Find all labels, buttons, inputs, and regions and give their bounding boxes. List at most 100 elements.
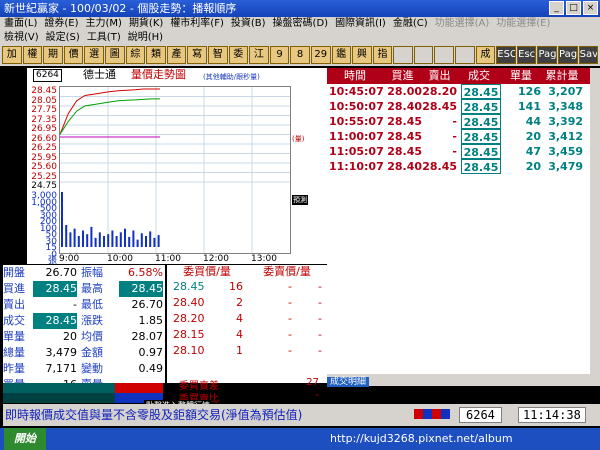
toolbar-button[interactable]: 期	[43, 46, 63, 64]
menu-item[interactable]: 國際資訊(I)	[335, 18, 386, 29]
volume-bar	[94, 237, 97, 247]
toolbar-button[interactable]: Save	[578, 46, 599, 64]
trade-price: 28.45	[461, 129, 501, 144]
order-bid-price: 28.20	[173, 312, 205, 325]
toolbar-button[interactable]: 類	[146, 46, 166, 64]
toolbar-button[interactable]: 價	[63, 46, 84, 64]
menu-item[interactable]: 功能選擇(E)	[496, 18, 550, 29]
trade-price: 28.45	[461, 114, 501, 129]
volume-bar	[115, 236, 118, 247]
menu-item[interactable]: 說明(H)	[128, 32, 163, 43]
status-code[interactable]: 6264	[459, 407, 502, 423]
info-value: 1.85	[138, 314, 164, 327]
menu-item[interactable]: 權市利率(F)	[170, 18, 224, 29]
trade-row: 11:10:07 28.40 28.45 28.45 20 3,479	[327, 159, 590, 174]
toolbar-button[interactable]: 選	[84, 46, 104, 64]
volume-bar	[157, 235, 160, 247]
toolbar-button[interactable]: 綜	[125, 46, 146, 64]
maximize-button[interactable]: □	[566, 1, 581, 15]
menu-item[interactable]: 期貨(K)	[129, 18, 163, 29]
info-value: 28.45	[33, 281, 77, 297]
toolbar-button[interactable]: 江	[249, 46, 269, 64]
trade-price: 28.45	[461, 99, 501, 114]
toolbar-button[interactable]	[393, 46, 413, 64]
trade-ask: 28.20	[422, 85, 457, 98]
toolbar-button[interactable]: 智	[207, 46, 228, 64]
menu-item[interactable]: 工具(T)	[87, 32, 121, 43]
start-button[interactable]: 開始	[4, 428, 46, 450]
toolbar-button[interactable]	[455, 46, 475, 64]
toolbar-button[interactable]: Esc	[516, 46, 537, 64]
toolbar-button[interactable]: 8	[290, 46, 310, 64]
info-row: 總量 3,479 金額 0.97	[3, 345, 165, 361]
volume-bar	[73, 228, 76, 247]
toolbar-button[interactable]	[434, 46, 455, 64]
toolbar-button[interactable]: 權	[22, 46, 43, 64]
toolbar-button[interactable]: 委	[228, 46, 249, 64]
toolbar-button[interactable]: 加	[2, 46, 22, 64]
toolbar-button[interactable]: 產	[166, 46, 187, 64]
trade-bid: 28.45	[387, 130, 422, 143]
trade-price: 28.45	[461, 84, 501, 99]
info-value: -	[73, 298, 77, 311]
toolbar-button[interactable]: 圖	[104, 46, 125, 64]
quote-info-panel: 開盤 26.70 振幅 6.58% 買進 28.45 最高 28.45 賣出 - 最低 26.70 成交…	[3, 265, 165, 391]
volume-bar	[65, 225, 68, 247]
price-tick: 24.75	[31, 181, 57, 191]
toolbar-button[interactable]: 指	[372, 46, 393, 64]
toolbar-button[interactable]: 寫	[187, 46, 207, 64]
order-ratio-value: -	[315, 390, 319, 401]
tab-trade-details[interactable]: 成交明細	[327, 377, 370, 387]
ref-label: (量)	[292, 135, 305, 143]
toolbar-button[interactable]	[413, 46, 434, 64]
chart-subtitle[interactable]: (其他輔助/跟秒量)	[203, 70, 260, 84]
toolbar-button[interactable]: 興	[352, 46, 372, 64]
menu-item[interactable]: 證券(E)	[44, 18, 78, 29]
order-ask-qty: -	[318, 312, 322, 325]
toolbar-button[interactable]: 29	[310, 46, 331, 64]
trade-ask: -	[452, 130, 457, 143]
volume-bar	[77, 236, 80, 247]
order-ask-price: -	[288, 328, 292, 341]
price-tick: 26.25	[31, 143, 57, 153]
menu-item[interactable]: 畫面(L)	[4, 18, 37, 29]
volume-bar	[128, 236, 131, 247]
toolbar-button[interactable]: 鑑	[331, 46, 352, 64]
menu-item[interactable]: 設定(S)	[46, 32, 80, 43]
menu-item[interactable]: 功能選擇(A)	[435, 18, 490, 29]
order-bid-price: 28.10	[173, 344, 205, 357]
info-label: 最高	[81, 282, 103, 295]
volume-bar	[86, 234, 89, 247]
order-ask-qty: -	[318, 344, 322, 357]
toolbar-button[interactable]: Page	[558, 46, 578, 64]
volume-bar	[136, 239, 139, 247]
chart-svg	[59, 87, 290, 253]
trade-cumulative: 3,348	[548, 100, 583, 113]
price-tick: 26.60	[31, 133, 57, 144]
menu-item[interactable]: 金融(C)	[393, 18, 428, 29]
trade-bid: 28.00	[387, 85, 422, 98]
toolbar-button[interactable]: Page	[537, 46, 558, 64]
toolbar-button[interactable]: 9	[269, 46, 290, 64]
toolbar-button[interactable]: ESC	[496, 46, 516, 64]
menu-item[interactable]: 操盤密碼(D)	[273, 18, 329, 29]
menu-item[interactable]: 投資(B)	[231, 18, 266, 29]
vertical-scrollbar[interactable]	[590, 68, 600, 386]
x-tick: 12:00	[203, 254, 229, 264]
toolbar-button[interactable]: 成	[475, 46, 496, 64]
trade-col-header: 成交	[468, 69, 490, 82]
volume-bar	[90, 226, 93, 247]
volume-bar	[61, 192, 63, 247]
menu-item[interactable]: 檢視(V)	[4, 32, 39, 43]
status-bar: 即時報價成交值與量不含零股及鉅額交易(淨值為預估值) 6264 11:14:38	[3, 404, 600, 426]
minimize-button[interactable]: _	[549, 1, 564, 15]
info-row: 單量 20 均價 28.07	[3, 329, 165, 345]
info-label: 總量	[3, 346, 25, 359]
order-ask-qty: -	[318, 296, 322, 309]
stock-code[interactable]: 6264	[33, 69, 62, 82]
order-ask-price: -	[288, 280, 292, 293]
close-button[interactable]: ×	[583, 1, 598, 15]
menu-item[interactable]: 主力(M)	[86, 18, 122, 29]
trade-volume: 20	[525, 160, 541, 173]
status-text: 即時報價成交值與量不含零股及鉅額交易(淨值為預估值)	[5, 408, 303, 422]
